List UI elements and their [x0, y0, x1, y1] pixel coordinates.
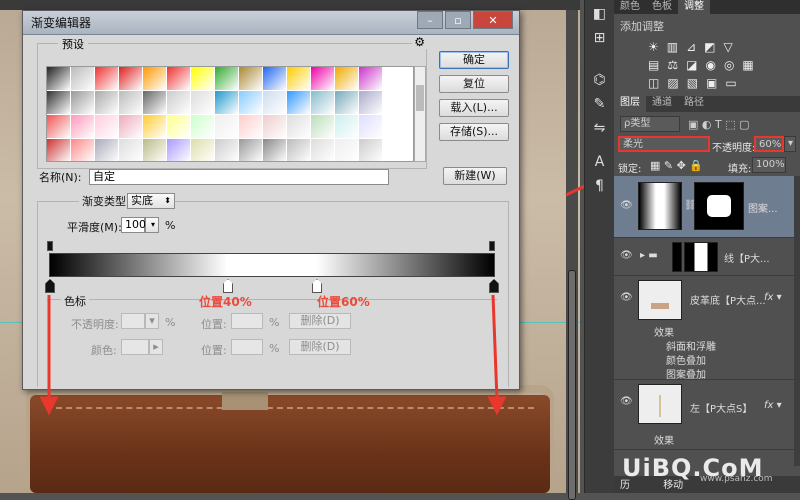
curves-icon[interactable]: ⊿ [686, 40, 696, 54]
layer-name: 图案... [748, 204, 778, 215]
filter-icons[interactable]: ▣ ◐ T ⬚ ▢ [688, 118, 798, 131]
paragraph-panel-icon[interactable]: ¶ [590, 178, 610, 196]
layer-thumbnail [638, 280, 682, 320]
adjustments-row-2: ▤ ⚖ ◪ ◉ ◎ ▦ [614, 56, 800, 74]
tab-paths[interactable]: 路径 [678, 96, 710, 112]
watermark-url: www.psahz.com [700, 474, 773, 484]
exposure-icon[interactable]: ◩ [704, 40, 715, 54]
right-panel: 颜色 色板 调整 添加调整 ☀ ▥ ⊿ ◩ ▽ ▤ ⚖ ◪ ◉ ◎ ▦ ◫ ▨ ▧ ▣ ▭ 图层 通道 路… [614, 0, 800, 493]
layers-panel-tabs: 图层 通道 路径 [614, 96, 800, 112]
arrow-head-left [39, 396, 59, 416]
brush-panel-icon[interactable]: ⌬ [590, 72, 610, 90]
opacity-input[interactable]: 60% [754, 136, 784, 152]
layer-row[interactable]: 👁 皮革底【P大点... fx ▾ 效果 斜面和浮雕 颜色叠加 图案叠加 [614, 276, 794, 381]
panel-tool-strip: ◧ ⊞ ⌬ ✎ ⇋ A ¶ [584, 0, 614, 493]
invert-icon[interactable]: ◫ [648, 76, 659, 90]
tab-adjustments[interactable]: 调整 [678, 0, 710, 14]
vibrance-icon[interactable]: ▽ [724, 40, 733, 54]
adjustments-row-3: ◫ ▨ ▧ ▣ ▭ [614, 74, 800, 92]
tab-color[interactable]: 颜色 [614, 0, 646, 14]
effect-color-overlay[interactable]: 颜色叠加 [666, 352, 706, 367]
bw-icon[interactable]: ◪ [686, 58, 697, 72]
fx-icon[interactable]: fx ▾ [764, 400, 782, 411]
eye-icon[interactable]: 👁 [620, 250, 633, 261]
tab-layers[interactable]: 图层 [614, 96, 646, 112]
adjustments-row-1: ☀ ▥ ⊿ ◩ ▽ [614, 38, 800, 56]
threshold-icon[interactable]: ▧ [687, 76, 698, 90]
layer-thumbnail [638, 182, 682, 230]
tab-swatches[interactable]: 色板 [646, 0, 678, 14]
balance-icon[interactable]: ⚖ [667, 58, 678, 72]
effect-pattern-overlay[interactable]: 图案叠加 [666, 366, 706, 381]
adjustments-title: 添加调整 [620, 20, 664, 33]
layer-name: 皮革底【P大点... [690, 296, 766, 307]
photo-filter-icon[interactable]: ◉ [705, 58, 715, 72]
mixer-icon[interactable]: ◎ [724, 58, 734, 72]
selective-color-icon[interactable]: ▣ [706, 76, 717, 90]
layer-group-row[interactable]: 👁 ▸ ▬ 线【P大... [614, 238, 794, 276]
eye-icon[interactable]: 👁 [620, 396, 633, 407]
brightness-icon[interactable]: ☀ [648, 40, 659, 54]
layer-name: 左【P大点S】 [690, 404, 753, 415]
layer-name: 线【P大... [724, 254, 770, 265]
levels-icon[interactable]: ▥ [667, 40, 678, 54]
layer-row-selected[interactable]: 👁 ⛓ 图案... [614, 176, 794, 238]
effects-label: 效果 [654, 328, 674, 339]
layer-row[interactable]: 👁 左【P大点S】 fx ▾ 效果 [614, 380, 794, 450]
gradient-map-icon[interactable]: ▭ [725, 76, 736, 90]
layer-filter-select[interactable]: ρ类型 [620, 116, 680, 132]
hue-icon[interactable]: ▤ [648, 58, 659, 72]
character-panel-icon[interactable]: A [590, 154, 610, 172]
arrow-head-right [487, 396, 507, 416]
swatches-panel-icon[interactable]: ⊞ [590, 30, 610, 48]
layer-thumbnail [684, 242, 718, 272]
top-panel-tabs: 颜色 色板 调整 [614, 0, 800, 14]
color-panel-icon[interactable]: ◧ [590, 6, 610, 24]
layer-thumbnail [638, 384, 682, 424]
tab-channels[interactable]: 通道 [646, 96, 678, 112]
eye-icon[interactable]: 👁 [620, 292, 633, 303]
fill-input[interactable]: 100% [752, 157, 786, 173]
group-link-thumb [672, 242, 682, 272]
posterize-icon[interactable]: ▨ [667, 76, 678, 90]
eye-icon[interactable]: 👁 [620, 200, 633, 211]
tool-presets-icon[interactable]: ✎ [590, 96, 610, 114]
layers-scrollbar[interactable] [794, 176, 800, 466]
lookup-icon[interactable]: ▦ [742, 58, 753, 72]
effects-label: 效果 [654, 436, 674, 447]
blend-mode-select[interactable]: 柔光 [618, 136, 710, 152]
layer-mask-thumbnail [694, 182, 744, 230]
opacity-dropdown[interactable]: ▾ [784, 136, 796, 152]
effect-bevel[interactable]: 斜面和浮雕 [666, 338, 716, 353]
adjust-panel-icon[interactable]: ⇋ [590, 120, 610, 138]
lock-icons[interactable]: ▦ ✎ ✥ 🔒 [650, 159, 710, 172]
expand-arrow-icon[interactable]: ▸ ▬ [640, 250, 658, 261]
arrow-right-stop [491, 294, 499, 401]
fx-icon[interactable]: fx ▾ [764, 292, 782, 303]
